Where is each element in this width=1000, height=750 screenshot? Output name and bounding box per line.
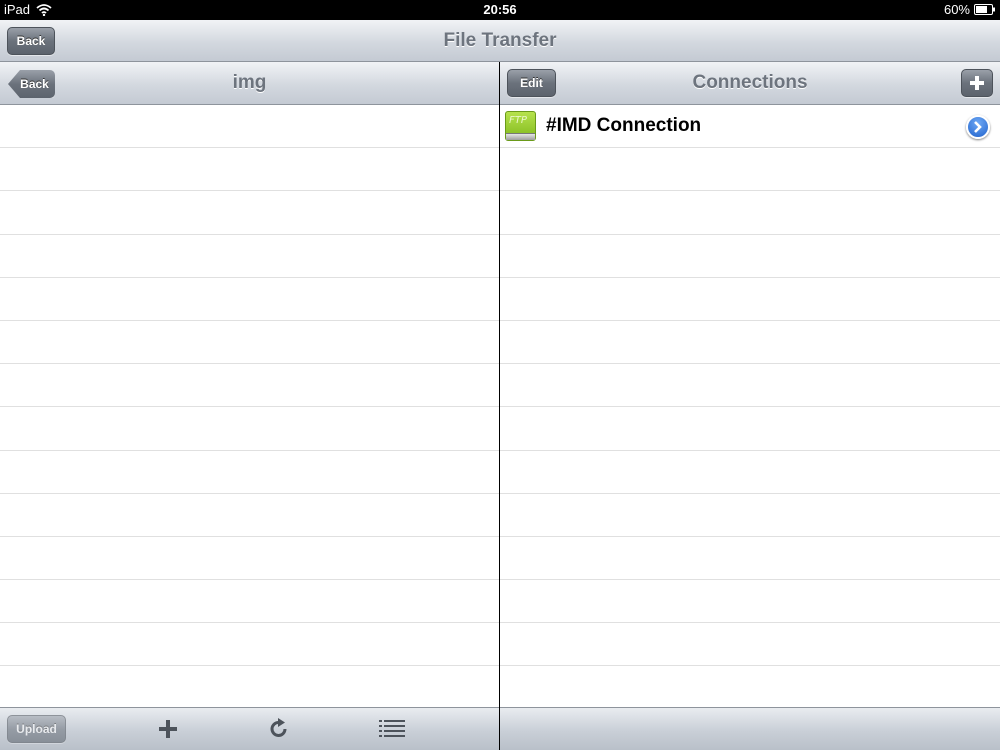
list-item[interactable]: [0, 537, 499, 581]
list-item: [500, 537, 1000, 581]
left-panel-file-browser: Back img Upload: [0, 62, 499, 750]
drive-graphic: [506, 133, 535, 140]
list-item[interactable]: [0, 278, 499, 321]
connection-list: FTP #IMD Connection: [500, 105, 1000, 710]
folder-title: img: [232, 72, 267, 93]
upload-button[interactable]: Upload: [7, 715, 66, 743]
list-item[interactable]: [0, 235, 499, 278]
list-item[interactable]: [0, 451, 499, 494]
connection-name: #IMD Connection: [546, 115, 702, 136]
battery-icon: [974, 4, 996, 15]
list-item: [500, 191, 1000, 235]
list-item: [500, 407, 1000, 451]
refresh-icon[interactable]: [266, 716, 292, 742]
list-item[interactable]: [0, 321, 499, 365]
battery-percentage: 60%: [943, 2, 970, 17]
list-icon[interactable]: [379, 716, 405, 742]
detail-disclosure-icon[interactable]: [966, 115, 990, 139]
add-icon[interactable]: [155, 716, 181, 742]
left-panel-navbar: Back img: [0, 62, 499, 105]
status-bar: iPad 20:56 60%: [0, 0, 1000, 20]
file-list: [0, 105, 499, 710]
list-item[interactable]: [0, 191, 499, 235]
list-item[interactable]: [0, 623, 499, 667]
list-item: [500, 278, 1000, 321]
status-time: 20:56: [483, 2, 517, 17]
list-item: [500, 364, 1000, 408]
ftp-icon-label: FTP: [509, 115, 527, 126]
list-item[interactable]: [0, 105, 499, 149]
right-bottom-toolbar: [500, 707, 1000, 750]
list-item[interactable]: [0, 148, 499, 192]
right-panel-navbar: Edit Connections: [500, 62, 1000, 105]
main-toolbar: Back File Transfer: [0, 20, 1000, 62]
list-item: [500, 148, 1000, 192]
app-title: File Transfer: [443, 30, 557, 51]
plus-icon[interactable]: [961, 69, 993, 97]
ftp-icon: FTP: [505, 111, 536, 141]
list-item: [500, 321, 1000, 365]
list-item[interactable]: [0, 407, 499, 451]
list-item: [500, 494, 1000, 537]
status-battery: 60%: [944, 2, 996, 17]
list-item[interactable]: [0, 580, 499, 624]
right-panel-connections: Edit Connections FTP #IMD Connection: [500, 62, 1000, 750]
list-item[interactable]: [0, 364, 499, 408]
list-item[interactable]: [0, 494, 499, 537]
list-item: [500, 623, 1000, 667]
list-item: [500, 580, 1000, 624]
left-bottom-toolbar: Upload: [0, 707, 499, 750]
connection-row[interactable]: FTP #IMD Connection: [500, 105, 1000, 149]
connections-title: Connections: [692, 72, 808, 93]
list-item: [500, 235, 1000, 278]
list-item: [500, 666, 1000, 710]
list-item[interactable]: [0, 666, 499, 710]
list-item: [500, 451, 1000, 494]
